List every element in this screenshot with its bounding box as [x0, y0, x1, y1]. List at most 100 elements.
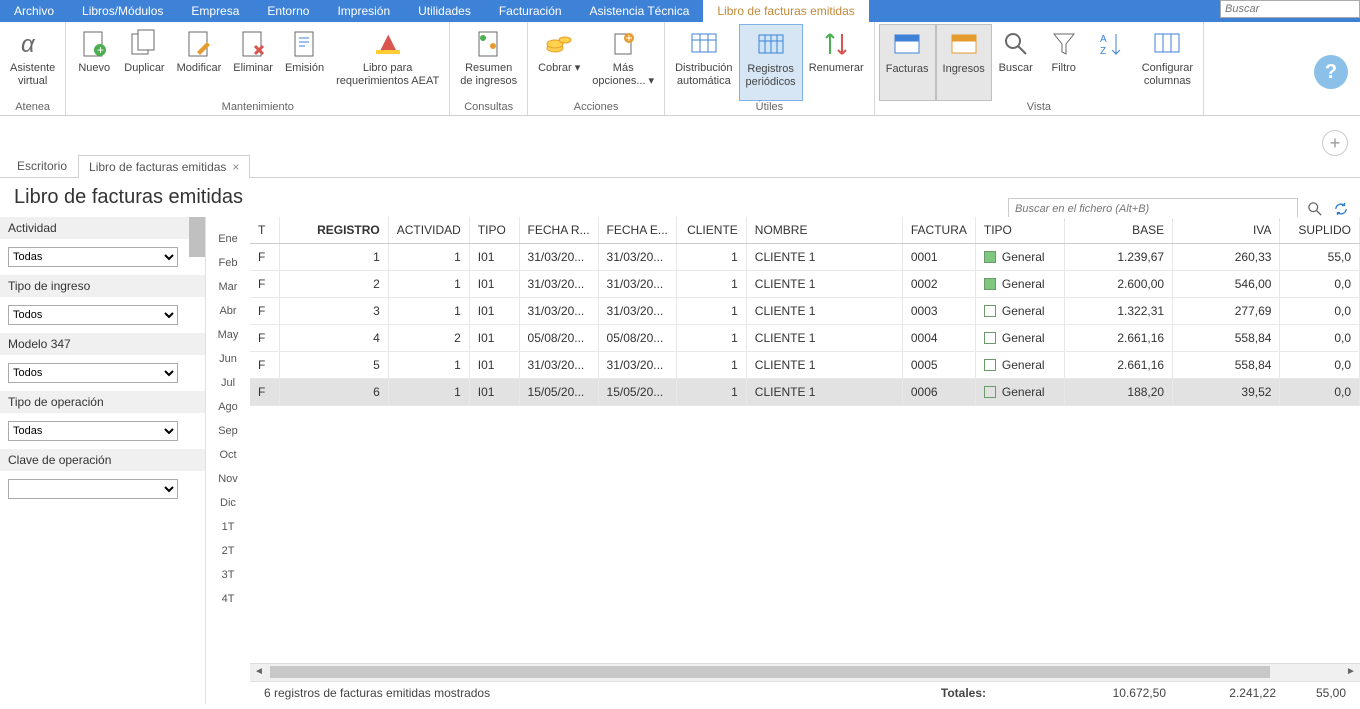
col-header[interactable]: SUPLIDO — [1280, 217, 1360, 244]
month-ago[interactable]: Ago — [206, 395, 250, 419]
col-header[interactable]: BASE — [1065, 217, 1173, 244]
distribucion-automatica-button[interactable]: Distribuciónautomática — [669, 24, 738, 101]
menu-impresi-n[interactable]: Impresión — [323, 0, 404, 22]
filter-label: Tipo de ingreso — [0, 275, 205, 297]
filter-modelo-347-select[interactable]: Todos — [8, 363, 178, 383]
registros-periodicos-icon — [755, 29, 787, 61]
table-row[interactable]: F21I0131/03/20...31/03/20...1CLIENTE 100… — [250, 271, 1360, 298]
month-jul[interactable]: Jul — [206, 371, 250, 395]
filtro-button[interactable]: Filtro — [1040, 24, 1088, 101]
scroll-right-icon[interactable]: ► — [1344, 666, 1358, 680]
ribbon: αAsistentevirtualAtenea+NuevoDuplicarMod… — [0, 22, 1360, 116]
refresh-icon[interactable] — [1332, 200, 1350, 218]
month-oct[interactable]: Oct — [206, 443, 250, 467]
close-icon[interactable]: × — [232, 160, 239, 174]
tab-escritorio[interactable]: Escritorio — [6, 154, 78, 177]
month-4t[interactable]: 4T — [206, 587, 250, 611]
table-row[interactable]: F11I0131/03/20...31/03/20...1CLIENTE 100… — [250, 244, 1360, 271]
configurar-columnas-button[interactable]: Configurarcolumnas — [1136, 24, 1199, 101]
add-tab-button[interactable]: + — [1322, 130, 1348, 156]
total-iva: 2.241,22 — [1166, 686, 1276, 700]
table-row[interactable]: F42I0105/08/20...05/08/20...1CLIENTE 100… — [250, 325, 1360, 352]
facturas-button[interactable]: Facturas — [879, 24, 936, 101]
ingresos-label: Ingresos — [943, 63, 985, 76]
libro-para-requerimientos-aeat-label: Libro pararequerimientos AEAT — [336, 62, 439, 87]
menu-archivo[interactable]: Archivo — [0, 0, 68, 22]
table-row[interactable]: F51I0131/03/20...31/03/20...1CLIENTE 100… — [250, 352, 1360, 379]
nuevo-button[interactable]: +Nuevo — [70, 24, 118, 101]
col-header[interactable]: REGISTRO — [280, 217, 389, 244]
menu-search-input[interactable] — [1220, 0, 1360, 18]
libro-para-requerimientos-aeat-button[interactable]: Libro pararequerimientos AEAT — [330, 24, 445, 101]
col-header[interactable]: FECHA R... — [519, 217, 598, 244]
mas-opciones-button[interactable]: Másopciones... ▾ — [586, 24, 660, 101]
renumerar-label: Renumerar — [809, 62, 864, 75]
col-header[interactable]: NOMBRE — [746, 217, 902, 244]
help-icon[interactable]: ? — [1314, 55, 1348, 89]
eliminar-icon — [237, 28, 269, 60]
filter-tipo-de-operaci-n-select[interactable]: Todas — [8, 421, 178, 441]
horizontal-scrollbar[interactable]: ◄ ► — [250, 663, 1360, 681]
menu-libro-de-facturas-emitidas[interactable]: Libro de facturas emitidas — [703, 0, 868, 22]
total-suplido: 55,00 — [1276, 686, 1346, 700]
menu-entorno[interactable]: Entorno — [253, 0, 323, 22]
search-icon[interactable] — [1306, 200, 1324, 218]
month-feb[interactable]: Feb — [206, 251, 250, 275]
cobrar-button[interactable]: Cobrar ▾ — [532, 24, 586, 101]
filter-actividad-select[interactable]: Todas — [8, 247, 178, 267]
col-header[interactable]: FACTURA — [902, 217, 975, 244]
col-header[interactable]: CLIENTE — [676, 217, 746, 244]
ordenar-button[interactable]: AZ — [1088, 24, 1136, 101]
group-label: Mantenimiento — [70, 101, 445, 115]
menu-facturaci-n[interactable]: Facturación — [485, 0, 576, 22]
resumen-de-ingresos-button[interactable]: Resumende ingresos — [454, 24, 523, 101]
menu-empresa[interactable]: Empresa — [177, 0, 253, 22]
month-may[interactable]: May — [206, 323, 250, 347]
scroll-left-icon[interactable]: ◄ — [252, 666, 266, 680]
month-jun[interactable]: Jun — [206, 347, 250, 371]
menu-libros-m-dulos[interactable]: Libros/Módulos — [68, 0, 177, 22]
table-row[interactable]: F31I0131/03/20...31/03/20...1CLIENTE 100… — [250, 298, 1360, 325]
table-row[interactable]: F61I0115/05/20...15/05/20...1CLIENTE 100… — [250, 379, 1360, 406]
filtro-icon — [1048, 28, 1080, 60]
registros-periodicos-button[interactable]: Registrosperiódicos — [739, 24, 803, 101]
asistente-virtual-button[interactable]: αAsistentevirtual — [4, 24, 61, 101]
renumerar-button[interactable]: Renumerar — [803, 24, 870, 101]
month-nov[interactable]: Nov — [206, 467, 250, 491]
filter-tipo-de-ingreso-select[interactable]: Todos — [8, 305, 178, 325]
svg-text:A: A — [1100, 34, 1107, 45]
modificar-button[interactable]: Modificar — [171, 24, 228, 101]
status-text: 6 registros de facturas emitidas mostrad… — [264, 686, 941, 700]
data-grid[interactable]: TREGISTROACTIVIDADTIPOFECHA R...FECHA E.… — [250, 217, 1360, 663]
month-3t[interactable]: 3T — [206, 563, 250, 587]
col-header[interactable]: IVA — [1173, 217, 1280, 244]
tipo-indicator-icon — [984, 386, 996, 398]
filter-clave-de-operaci-n-select[interactable] — [8, 479, 178, 499]
eliminar-button[interactable]: Eliminar — [227, 24, 279, 101]
col-header[interactable]: T — [250, 217, 280, 244]
buscar-button[interactable]: Buscar — [992, 24, 1040, 101]
duplicar-button[interactable]: Duplicar — [118, 24, 170, 101]
scrollbar-thumb[interactable] — [270, 666, 1270, 678]
ordenar-icon: AZ — [1096, 28, 1128, 60]
month-sep[interactable]: Sep — [206, 419, 250, 443]
filter-label: Actividad — [0, 217, 205, 239]
month-1t[interactable]: 1T — [206, 515, 250, 539]
tab-libro-de-facturas-emitidas[interactable]: Libro de facturas emitidas× — [78, 155, 250, 178]
col-header[interactable]: ACTIVIDAD — [388, 217, 469, 244]
libro-para-requerimientos-aeat-icon — [372, 28, 404, 60]
month-abr[interactable]: Abr — [206, 299, 250, 323]
month-dic[interactable]: Dic — [206, 491, 250, 515]
month-ene[interactable]: Ene — [206, 227, 250, 251]
ingresos-button[interactable]: Ingresos — [936, 24, 992, 101]
month-mar[interactable]: Mar — [206, 275, 250, 299]
menu-asistencia-t-cnica[interactable]: Asistencia Técnica — [576, 0, 704, 22]
scrollbar-thumb[interactable] — [189, 217, 205, 257]
emision-button[interactable]: Emisión — [279, 24, 330, 101]
month-2t[interactable]: 2T — [206, 539, 250, 563]
mas-opciones-icon — [607, 28, 639, 60]
menu-utilidades[interactable]: Utilidades — [404, 0, 485, 22]
col-header[interactable]: FECHA E... — [598, 217, 676, 244]
col-header[interactable]: TIPO — [469, 217, 519, 244]
col-header[interactable]: TIPO — [975, 217, 1064, 244]
